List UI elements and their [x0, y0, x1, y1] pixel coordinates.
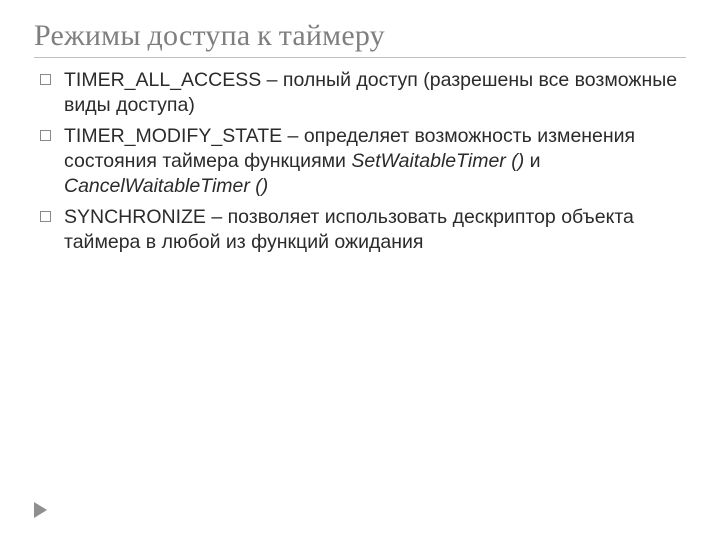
item-constant-suffix: MODIFY_STATE [136, 125, 283, 147]
arrow-right-icon [34, 502, 47, 518]
list-item: TIMER_MODIFY_STATE – определяет возможно… [34, 124, 686, 199]
item-func-2: CancelWaitableTimer () [64, 175, 268, 197]
slide: Режимы доступа к таймеру TIMER_ALL_ACCES… [0, 0, 720, 540]
list-item: TIMER_ALL_ACCESS – полный доступ (разреш… [34, 68, 686, 118]
item-constant: TIMER_ALL_ACCESS [64, 69, 261, 91]
list-item: SYNCHRONIZE – позволяет использовать дес… [34, 205, 686, 255]
title-underline [34, 57, 686, 58]
item-text: SYNCHRONIZE – позволяет использовать дес… [64, 206, 634, 253]
item-constant: SYNCHRONIZE [64, 206, 206, 228]
item-constant: TIMER_ [64, 125, 136, 147]
item-conj: и [524, 150, 540, 172]
slide-title: Режимы доступа к таймеру [34, 18, 686, 53]
bullet-list: TIMER_ALL_ACCESS – полный доступ (разреш… [34, 68, 686, 255]
item-text: TIMER_ALL_ACCESS – полный доступ (разреш… [64, 69, 677, 116]
item-func-1: SetWaitableTimer () [351, 150, 524, 172]
item-text: TIMER_MODIFY_STATE – определяет возможно… [64, 125, 635, 197]
